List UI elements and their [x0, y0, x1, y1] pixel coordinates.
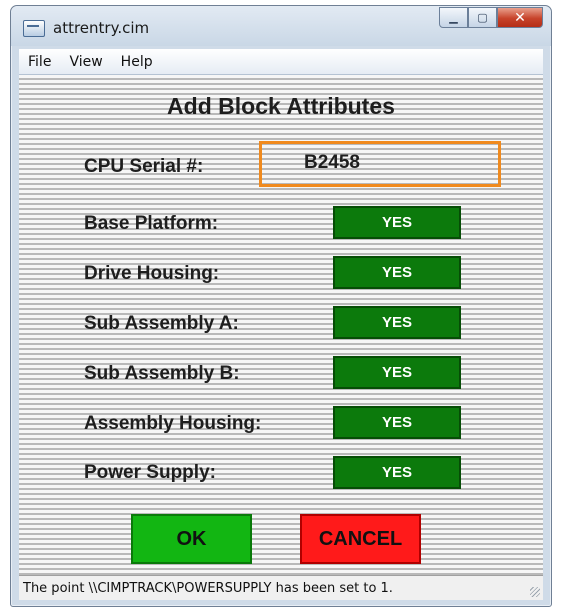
menu-view[interactable]: View: [60, 54, 111, 70]
cpu-serial-field[interactable]: B2458: [259, 141, 501, 187]
cancel-button[interactable]: CANCEL: [300, 514, 421, 564]
caption-buttons: ▁ ▢ ✕: [439, 7, 543, 28]
application-window: attrentry.cim ▁ ▢ ✕ File View Help Add B…: [10, 5, 552, 607]
drive-housing-toggle[interactable]: YES: [333, 256, 461, 289]
sub-assembly-b-label: Sub Assembly B:: [84, 363, 240, 384]
resize-grip-icon[interactable]: [530, 587, 540, 597]
menu-bar: File View Help: [19, 49, 543, 75]
status-text: The point \\CIMPTRACK\POWERSUPPLY has be…: [23, 581, 393, 596]
close-button[interactable]: ✕: [497, 7, 543, 28]
title-bar[interactable]: attrentry.cim ▁ ▢ ✕: [11, 6, 551, 46]
form-panel: Add Block Attributes CPU Serial #: B2458…: [19, 75, 543, 575]
minimize-icon: ▁: [449, 12, 458, 24]
window-title: attrentry.cim: [53, 19, 150, 37]
base-platform-label: Base Platform:: [84, 213, 219, 234]
sub-assembly-b-toggle[interactable]: YES: [333, 356, 461, 389]
base-platform-toggle[interactable]: YES: [333, 206, 461, 239]
menu-help[interactable]: Help: [112, 54, 162, 70]
assembly-housing-label: Assembly Housing:: [84, 413, 262, 434]
form-heading: Add Block Attributes: [167, 93, 395, 119]
maximize-icon: ▢: [477, 12, 488, 24]
close-icon: ✕: [514, 9, 526, 25]
minimize-button[interactable]: ▁: [439, 7, 468, 28]
cpu-serial-label: CPU Serial #:: [84, 156, 204, 177]
power-supply-toggle[interactable]: YES: [333, 456, 461, 489]
ok-button[interactable]: OK: [131, 514, 252, 564]
sub-assembly-a-toggle[interactable]: YES: [333, 306, 461, 339]
app-window-icon[interactable]: [23, 20, 45, 37]
assembly-housing-toggle[interactable]: YES: [333, 406, 461, 439]
maximize-button[interactable]: ▢: [468, 7, 497, 28]
drive-housing-label: Drive Housing:: [84, 263, 220, 284]
sub-assembly-a-label: Sub Assembly A:: [84, 313, 239, 334]
status-bar: The point \\CIMPTRACK\POWERSUPPLY has be…: [19, 575, 543, 600]
menu-file[interactable]: File: [19, 54, 60, 70]
power-supply-label: Power Supply:: [84, 462, 216, 483]
